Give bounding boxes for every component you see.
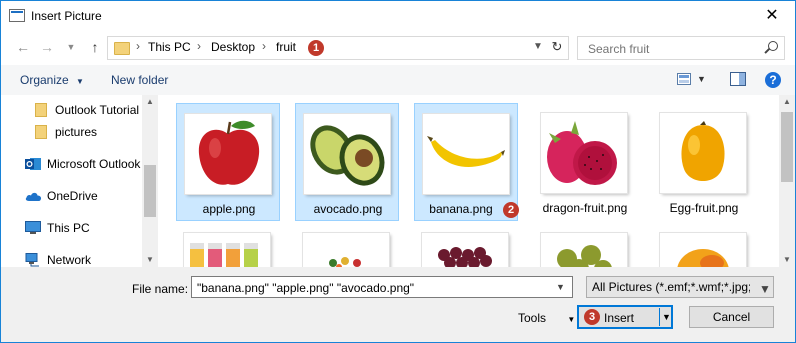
file-item-avocado[interactable]: avocado.png xyxy=(295,103,399,221)
address-dropdown-chevron-icon[interactable]: ▼ xyxy=(529,38,547,56)
organize-label: Organize xyxy=(20,73,69,87)
close-button[interactable]: ✕ xyxy=(749,1,795,31)
file-type-select[interactable]: All Pictures (*.emf;*.wmf;*.jpg;* ▼ xyxy=(586,276,774,298)
view-options-chevron-icon[interactable]: ▼ xyxy=(697,74,706,84)
file-name: avocado.png xyxy=(313,202,383,216)
green-fruit-thumbnail xyxy=(541,233,627,267)
scrollbar-thumb[interactable] xyxy=(144,165,156,217)
breadcrumb-fruit[interactable]: fruit xyxy=(276,40,296,54)
file-name: banana.png xyxy=(429,202,493,216)
navigation-pane: Outlook Tutorial pictures Microsoft Outl… xyxy=(1,95,158,267)
breadcrumb-this-pc[interactable]: This PC xyxy=(148,40,191,54)
insert-picture-dialog: Insert Picture ✕ ← → ▼ ↑ › This PC › Des… xyxy=(0,0,796,343)
sidebar-item-microsoft-outlook[interactable]: Microsoft Outlook xyxy=(1,152,141,178)
sidebar-item-this-pc[interactable]: This PC xyxy=(1,216,141,242)
file-list: apple.png avocado.png banana.png 2 drago… xyxy=(159,95,779,267)
scroll-down-icon[interactable]: ▼ xyxy=(779,255,795,264)
search-icon[interactable] xyxy=(768,41,778,51)
computer-icon xyxy=(25,221,41,238)
outlook-icon xyxy=(25,157,41,174)
folder-icon xyxy=(35,125,47,139)
forward-arrow-icon[interactable]: → xyxy=(35,35,59,59)
sidebar-item-label: Network xyxy=(47,253,92,267)
search-box[interactable] xyxy=(577,36,785,60)
change-view-icon[interactable] xyxy=(677,72,691,89)
window-title: Insert Picture xyxy=(31,9,102,23)
preview-pane-icon[interactable] xyxy=(730,72,746,89)
scroll-up-icon[interactable]: ▲ xyxy=(779,97,795,106)
cancel-button[interactable]: Cancel xyxy=(689,306,774,328)
navigation-scrollbar[interactable]: ▲ ▼ xyxy=(142,95,158,267)
grapes-thumbnail xyxy=(422,233,508,267)
address-bar[interactable]: › This PC › Desktop › fruit 1 xyxy=(107,36,569,60)
file-name: dragon-fruit.png xyxy=(542,201,628,215)
chevron-right-icon: › xyxy=(136,39,140,53)
sidebar-item-label: This PC xyxy=(47,221,90,235)
sidebar-item-label: Outlook Tutorial xyxy=(55,103,140,117)
step-badge: 2 xyxy=(503,202,519,218)
folder-icon xyxy=(35,103,47,117)
command-bar: Organize ▼ New folder ▼ ? xyxy=(1,65,795,95)
sidebar-item-label: Microsoft Outlook xyxy=(47,157,141,171)
file-list-scrollbar[interactable]: ▲ ▼ xyxy=(779,95,795,267)
egg-fruit-thumbnail xyxy=(660,113,746,193)
folder-icon xyxy=(114,42,130,55)
mango-thumbnail xyxy=(660,233,746,267)
sidebar-item-onedrive[interactable]: OneDrive xyxy=(1,184,141,210)
file-item-dragon-fruit[interactable]: dragon-fruit.png xyxy=(533,103,637,221)
file-item[interactable] xyxy=(295,223,399,267)
file-item[interactable] xyxy=(176,223,280,267)
new-folder-button[interactable]: New folder xyxy=(111,73,168,87)
sidebar-item-label: OneDrive xyxy=(47,189,98,203)
file-item[interactable] xyxy=(414,223,518,267)
chevron-down-icon: ▼ xyxy=(759,282,771,296)
sidebar-item-label: pictures xyxy=(55,125,98,139)
fruit-bowl-thumbnail xyxy=(303,233,389,267)
scrollbar-thumb[interactable] xyxy=(781,112,793,182)
file-name: apple.png xyxy=(202,202,256,216)
window-icon xyxy=(9,9,25,22)
scroll-up-icon[interactable]: ▲ xyxy=(142,97,158,106)
file-name-dropdown-chevron-icon[interactable]: ▼ xyxy=(556,282,565,292)
search-input[interactable] xyxy=(586,40,760,58)
organize-button[interactable]: Organize ▼ xyxy=(20,73,84,87)
tools-label: Tools xyxy=(518,311,547,325)
file-item-apple[interactable]: apple.png xyxy=(176,103,280,221)
file-item[interactable] xyxy=(652,223,756,267)
apple-thumbnail xyxy=(185,114,271,194)
file-item-egg-fruit[interactable]: Egg-fruit.png xyxy=(652,103,756,221)
scroll-down-icon[interactable]: ▼ xyxy=(142,255,158,264)
refresh-icon[interactable]: ↻ xyxy=(548,37,566,57)
chevron-down-icon: ▼ xyxy=(76,77,84,86)
juice-bottles-thumbnail xyxy=(184,233,270,267)
help-icon[interactable]: ? xyxy=(765,72,781,88)
back-arrow-icon[interactable]: ← xyxy=(11,35,35,59)
avocado-thumbnail xyxy=(304,114,390,194)
tools-button[interactable]: Tools ▼ xyxy=(518,311,575,325)
onedrive-icon xyxy=(25,191,42,205)
file-name-input[interactable] xyxy=(197,280,547,295)
recent-locations-chevron-icon[interactable]: ▼ xyxy=(59,35,83,59)
dragon-fruit-thumbnail xyxy=(541,113,627,193)
up-arrow-icon[interactable]: ↑ xyxy=(83,35,107,59)
title-bar: Insert Picture ✕ xyxy=(1,1,795,31)
file-item[interactable] xyxy=(533,223,637,267)
banana-thumbnail xyxy=(423,114,509,194)
chevron-down-icon: ▼ xyxy=(662,312,671,322)
chevron-right-icon[interactable]: › xyxy=(197,39,201,53)
file-name-field[interactable]: ▼ xyxy=(191,276,573,298)
file-name-label: File name: xyxy=(132,282,189,296)
chevron-down-icon: ▼ xyxy=(567,315,576,324)
file-name: Egg-fruit.png xyxy=(669,201,739,215)
step-badge: 3 xyxy=(584,309,600,325)
step-badge: 1 xyxy=(308,40,324,56)
breadcrumb-desktop[interactable]: Desktop xyxy=(211,40,255,54)
file-type-value: All Pictures (*.emf;*.wmf;*.jpg;* xyxy=(592,280,750,294)
chevron-right-icon[interactable]: › xyxy=(262,39,266,53)
file-item-banana[interactable]: banana.png 2 xyxy=(414,103,519,221)
insert-options-button[interactable]: ▼ xyxy=(659,308,673,326)
sidebar-item-pictures[interactable]: pictures xyxy=(1,120,141,146)
